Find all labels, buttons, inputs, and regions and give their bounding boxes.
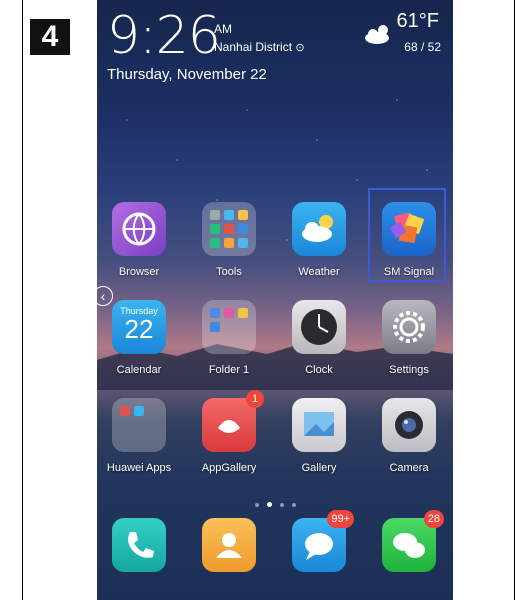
highlight-box: [368, 188, 446, 282]
app-clock[interactable]: Clock: [279, 300, 359, 376]
gear-icon: [382, 300, 436, 354]
messages-icon: 99+: [292, 510, 354, 572]
location-name: Nanhai District: [214, 40, 293, 54]
step-number: 4: [30, 19, 70, 55]
dock-messages[interactable]: 99+: [279, 510, 359, 572]
dock-contacts[interactable]: [189, 518, 269, 572]
folder-icon: [202, 300, 256, 354]
huawei-apps-folder-icon: [112, 398, 166, 452]
temperature: 61°F: [396, 10, 439, 32]
weather-icon: [292, 202, 346, 256]
gallery-icon: [292, 398, 346, 452]
calendar-date: 22: [124, 314, 154, 344]
notification-badge: 1: [246, 390, 264, 408]
app-label: Folder 1: [208, 364, 250, 376]
browser-icon: [112, 202, 166, 256]
app-gallery[interactable]: Gallery: [279, 398, 359, 474]
notification-badge: 99+: [327, 510, 354, 528]
app-camera[interactable]: Camera: [369, 398, 449, 474]
page-dot: [279, 503, 284, 507]
app-calendar[interactable]: Thursday 22 Calendar: [99, 300, 179, 376]
app-appgallery[interactable]: 1 AppGallery: [189, 390, 269, 474]
tools-folder-icon: [202, 202, 256, 256]
app-label: Calendar: [116, 364, 162, 376]
chevron-left-icon[interactable]: ‹: [93, 286, 113, 306]
app-folder-1[interactable]: Folder 1: [189, 300, 269, 376]
temperature-range: 68 / 52: [404, 40, 441, 54]
app-label: Tools: [216, 266, 242, 278]
clock-icon: [292, 300, 346, 354]
app-tools-folder[interactable]: Tools: [189, 202, 269, 278]
dock-phone[interactable]: [99, 518, 179, 572]
notification-badge: 28: [423, 510, 444, 528]
contacts-icon: [202, 518, 256, 572]
app-label: Weather: [298, 266, 340, 278]
wechat-icon: 28: [382, 510, 444, 572]
location-pin-icon: ⊙: [295, 42, 305, 54]
app-huawei-apps[interactable]: Huawei Apps: [99, 398, 179, 474]
calendar-icon: Thursday 22: [112, 300, 166, 354]
appgallery-icon: 1: [202, 390, 264, 452]
date-label: Thursday, November 22: [107, 66, 267, 83]
phone-home-screen: 9:26 AM Nanhai District ⊙ Thursday, Nove…: [97, 0, 453, 600]
app-label: Settings: [389, 364, 429, 376]
page-dot: [291, 503, 296, 507]
app-browser[interactable]: Browser: [99, 202, 179, 278]
page-dot: [254, 503, 259, 507]
phone-icon: [112, 518, 166, 572]
page-indicator[interactable]: [97, 494, 453, 512]
page-dot-active: [266, 502, 272, 507]
location-label: Nanhai District ⊙: [214, 40, 305, 54]
app-label: Browser: [118, 266, 160, 278]
app-settings[interactable]: Settings: [369, 300, 449, 376]
app-label: AppGallery: [201, 462, 257, 474]
navigation-bar[interactable]: [97, 592, 453, 600]
app-label: Gallery: [301, 462, 337, 474]
app-label: Clock: [305, 364, 333, 376]
app-label: Camera: [389, 462, 429, 474]
cloud-sun-icon[interactable]: [363, 22, 395, 46]
app-label: Huawei Apps: [106, 462, 172, 474]
app-weather[interactable]: Weather: [279, 202, 359, 278]
clock-ampm: AM: [214, 22, 232, 36]
dock-wechat[interactable]: 28: [369, 510, 449, 572]
clock-time[interactable]: 9:26: [107, 6, 221, 66]
camera-icon: [382, 398, 436, 452]
